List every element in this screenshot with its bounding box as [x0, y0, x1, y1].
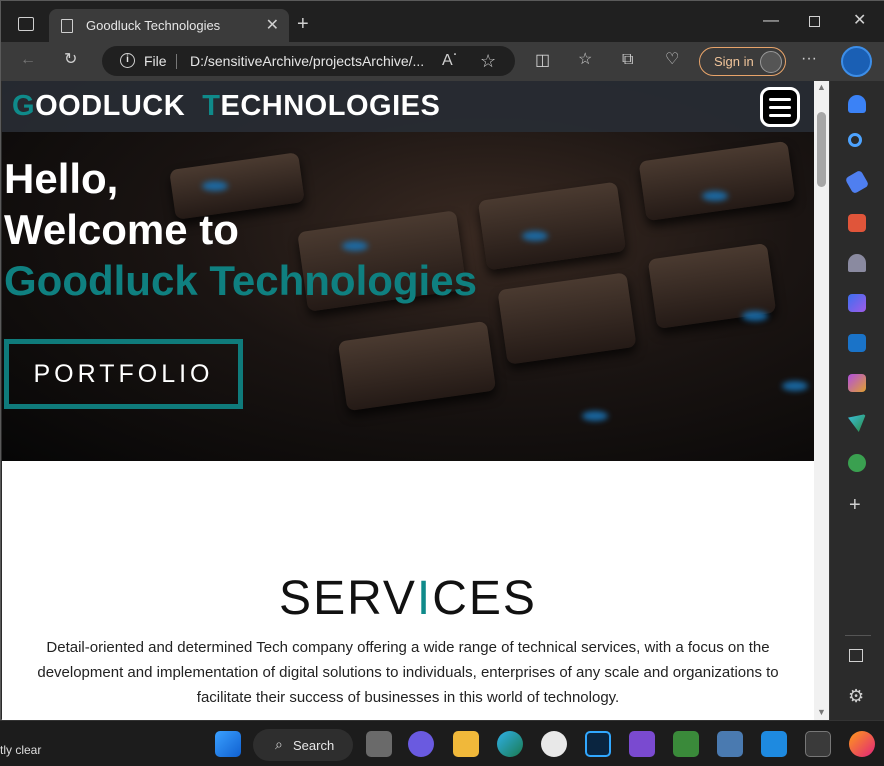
page-icon — [61, 19, 73, 33]
read-aloud-icon[interactable]: Aᐝ — [442, 53, 457, 69]
brand-text: OODLUCK — [35, 90, 186, 122]
terminal-icon[interactable] — [805, 731, 831, 757]
services-accent: I — [416, 572, 433, 625]
keyboard-key — [477, 181, 627, 271]
collections-icon[interactable]: ⧉ — [622, 52, 633, 68]
back-icon[interactable]: ← — [20, 52, 36, 68]
scrollbar[interactable]: ▲ ▼ — [814, 81, 829, 721]
refresh-icon[interactable]: ↻ — [64, 52, 77, 68]
address-separator — [176, 54, 177, 69]
bing-icon[interactable] — [841, 46, 872, 77]
toolbar: ← ↻ i File D:/sensitiveArchive/projectsA… — [1, 42, 884, 81]
designer-icon[interactable] — [848, 374, 866, 392]
tools-icon[interactable] — [848, 214, 866, 232]
close-tab-icon[interactable]: ✕ — [266, 15, 279, 35]
services-heading: SERVICES — [2, 571, 814, 626]
meet-icon[interactable] — [408, 731, 434, 757]
split-screen-icon[interactable]: ◫ — [535, 53, 550, 69]
keyboard-key — [497, 272, 637, 365]
photoshop-icon[interactable] — [585, 731, 611, 757]
file-explorer-icon[interactable] — [453, 731, 479, 757]
maximize-icon[interactable] — [809, 16, 820, 27]
weather-text: tly clear — [0, 743, 42, 757]
brand-accent: T — [202, 90, 221, 122]
send-icon[interactable] — [848, 414, 866, 432]
firefox-icon[interactable] — [849, 731, 875, 757]
key-glow — [582, 411, 608, 421]
avatar — [760, 51, 782, 73]
health-icon[interactable]: ♡ — [665, 52, 679, 68]
info-icon[interactable]: i — [120, 53, 135, 68]
app-icon[interactable] — [541, 731, 567, 757]
scroll-down-icon[interactable]: ▼ — [817, 708, 826, 717]
taskbar: tly clear ⌕ Search — [0, 720, 884, 766]
minimize-icon[interactable]: — — [763, 13, 779, 29]
keyboard-key — [337, 320, 497, 412]
close-window-icon[interactable]: ✕ — [853, 13, 866, 29]
key-glow — [742, 311, 768, 321]
brand-text: ECHNOLOGIES — [220, 90, 441, 122]
hero-section: GOODLUCK TECHNOLOGIES Hello, Welcome to … — [2, 81, 814, 461]
site-brand[interactable]: GOODLUCK TECHNOLOGIES — [12, 90, 440, 123]
add-icon[interactable]: + — [849, 495, 861, 515]
key-glow — [522, 231, 548, 241]
search-icon: ⌕ — [275, 736, 283, 752]
vscode-icon[interactable] — [761, 731, 787, 757]
edge-sidebar: + ⚙ — [829, 81, 884, 721]
copilot-icon[interactable] — [848, 294, 866, 312]
scroll-up-icon[interactable]: ▲ — [817, 83, 826, 92]
outlook-icon[interactable] — [848, 334, 866, 352]
start-icon[interactable] — [215, 731, 241, 757]
search-label: Search — [293, 738, 335, 753]
tree-icon[interactable] — [848, 454, 866, 472]
key-glow — [782, 381, 808, 391]
sign-in-button[interactable]: Sign in — [699, 47, 786, 76]
services-text: CES — [432, 572, 537, 625]
key-glow — [202, 181, 228, 191]
address-bar[interactable]: i File D:/sensitiveArchive/projectsArchi… — [102, 46, 515, 76]
portfolio-button[interactable]: PORTFOLIO — [4, 339, 243, 409]
hero-welcome: Welcome to — [4, 206, 239, 253]
tab-bar: Goodluck Technologies ✕ + — ✕ — [1, 1, 884, 42]
edge-icon[interactable] — [497, 731, 523, 757]
games-icon[interactable] — [848, 254, 866, 272]
site-navbar: GOODLUCK TECHNOLOGIES — [2, 81, 814, 132]
notification-icon[interactable] — [848, 95, 866, 113]
sidebar-divider — [845, 635, 871, 636]
favorite-star-icon[interactable]: ☆ — [480, 52, 496, 70]
taskbar-search[interactable]: ⌕ Search — [253, 729, 353, 761]
new-tab-icon[interactable]: + — [297, 14, 309, 34]
favorites-icon[interactable]: ☆ — [578, 52, 592, 68]
keyboard-key — [638, 140, 796, 222]
visual-studio-icon[interactable] — [629, 731, 655, 757]
browser-window: Goodluck Technologies ✕ + — ✕ ← ↻ i File… — [0, 0, 884, 721]
hero-company: Goodluck Technologies — [4, 257, 477, 304]
tab-title: Goodluck Technologies — [86, 18, 221, 33]
address-url: D:/sensitiveArchive/projectsArchive/... — [190, 53, 425, 69]
settings-icon[interactable]: ⚙ — [848, 687, 864, 705]
tab-goodluck[interactable]: Goodluck Technologies ✕ — [49, 9, 289, 42]
address-scheme: File — [144, 53, 167, 69]
sign-in-label: Sign in — [714, 54, 754, 69]
more-icon[interactable]: ··· — [801, 51, 817, 67]
hamburger-menu-icon[interactable] — [760, 87, 800, 127]
scrollbar-thumb[interactable] — [817, 112, 826, 187]
hide-sidebar-icon[interactable] — [849, 649, 863, 662]
tools-app-icon[interactable] — [673, 731, 699, 757]
services-description: Detail-oriented and determined Tech comp… — [37, 639, 779, 706]
services-text: SERV — [279, 572, 417, 625]
hero-greeting: Hello, — [4, 155, 119, 202]
remote-desktop-icon[interactable] — [717, 731, 743, 757]
search-icon[interactable] — [848, 133, 862, 147]
task-view-icon[interactable] — [366, 731, 392, 757]
shopping-tag-icon[interactable] — [844, 169, 870, 195]
brand-accent: G — [12, 90, 36, 122]
key-glow — [702, 191, 728, 201]
tab-actions-icon[interactable] — [18, 17, 34, 31]
page-viewport: GOODLUCK TECHNOLOGIES Hello, Welcome to … — [2, 81, 814, 721]
key-glow — [342, 241, 368, 251]
